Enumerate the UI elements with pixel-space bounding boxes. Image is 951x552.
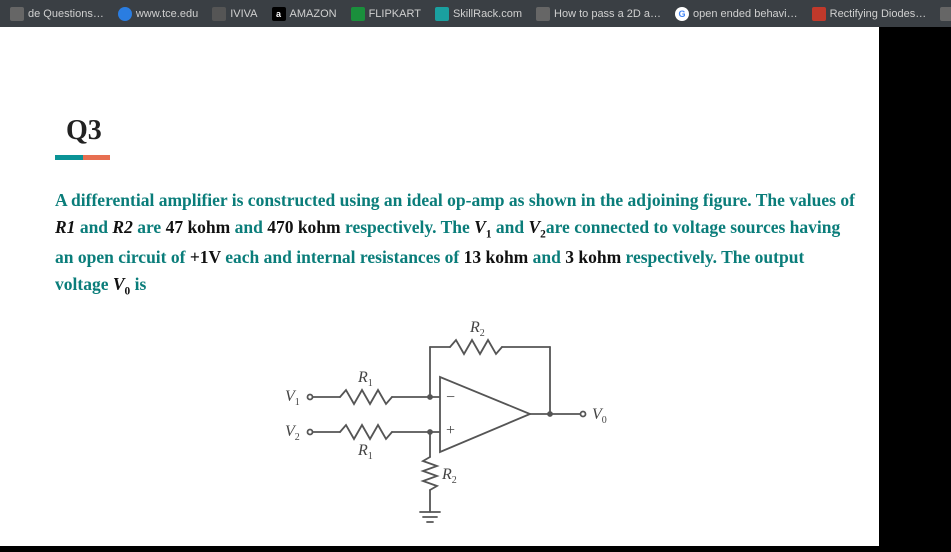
favicon-icon: G: [675, 7, 689, 21]
bookmark-item[interactable]: www.tce.edu: [112, 5, 204, 23]
bookmark-label: IVIVA: [230, 8, 257, 20]
favicon-icon: [536, 7, 550, 21]
question-title: Q3: [66, 115, 102, 147]
bookmark-item[interactable]: Rectifying Diodes…: [806, 5, 933, 23]
svg-text:V1: V1: [285, 388, 300, 408]
svg-text:−: −: [446, 389, 455, 406]
svg-text:R2: R2: [441, 466, 457, 486]
title-underline: [55, 155, 110, 160]
bookmark-label: www.tce.edu: [136, 8, 198, 20]
bookmark-item[interactable]: Gopen ended behavi…: [669, 5, 804, 23]
favicon-icon: [10, 7, 24, 21]
slide: Q3 A differential amplifier is construct…: [0, 27, 879, 546]
favicon-icon: [212, 7, 226, 21]
bookmark-label: Rectifying Diodes…: [830, 8, 927, 20]
question-body: A differential amplifier is constructed …: [55, 187, 855, 302]
bookmark-label: How to pass a 2D a…: [554, 8, 661, 20]
bookmark-item[interactable]: de Questions…: [4, 5, 110, 23]
bookmark-item[interactable]: FLIPKART: [345, 5, 427, 23]
circuit-diagram: V1 V2 R1 R1 R2 R2 V0 − +: [280, 307, 660, 537]
svg-text:+: +: [446, 422, 455, 439]
favicon-icon: [118, 7, 132, 21]
bookmark-item[interactable]: NASSCOM FutureS…: [934, 5, 951, 23]
favicon-icon: [351, 7, 365, 21]
svg-text:R1: R1: [357, 369, 373, 389]
svg-text:V2: V2: [285, 423, 300, 443]
favicon-icon: [940, 7, 951, 21]
bookmark-label: FLIPKART: [369, 8, 421, 20]
favicon-icon: a: [272, 7, 286, 21]
favicon-icon: [435, 7, 449, 21]
bookmark-item[interactable]: IVIVA: [206, 5, 263, 23]
bookmark-item[interactable]: a AMAZON: [266, 5, 343, 23]
svg-text:R1: R1: [357, 442, 373, 462]
bookmark-label: de Questions…: [28, 8, 104, 20]
bookmark-label: open ended behavi…: [693, 8, 798, 20]
svg-text:V0: V0: [592, 406, 607, 426]
bookmark-item[interactable]: How to pass a 2D a…: [530, 5, 667, 23]
favicon-icon: [812, 7, 826, 21]
page-background: Q3 A differential amplifier is construct…: [0, 27, 951, 552]
bookmarks-bar: de Questions… www.tce.edu IVIVA a AMAZON FLIP…: [0, 0, 951, 27]
bookmark-item[interactable]: SkillRack.com: [429, 5, 528, 23]
bookmark-label: AMAZON: [290, 8, 337, 20]
svg-text:R2: R2: [469, 319, 485, 339]
bookmark-label: SkillRack.com: [453, 8, 522, 20]
